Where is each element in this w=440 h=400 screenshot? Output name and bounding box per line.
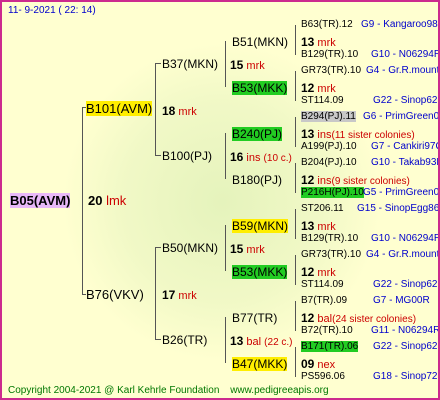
g1-score: 18 mrk (162, 104, 197, 118)
g4-row[interactable]: B294(PJ).11 G6 - PrimGreen00 (301, 111, 438, 123)
g3-node[interactable]: B180(PJ) (232, 173, 282, 187)
connector (155, 339, 161, 340)
root-name: B05(AVM) (10, 193, 71, 208)
g3-node[interactable]: B53(MKK) (232, 265, 288, 279)
g1-name: B76(VKV) (86, 287, 144, 302)
connector (295, 255, 296, 285)
g4-row[interactable]: B72(TR).10 G11 - N06294R (301, 325, 438, 337)
connector (225, 133, 226, 179)
g3-score: 12 mrk (301, 265, 336, 279)
g4-row[interactable]: B129(TR).10 G10 - N06294R (301, 49, 438, 61)
g3-score: 13 mrk (301, 219, 336, 233)
g4-row[interactable]: P216H(PJ).10 G5 - PrimGreen00 (301, 187, 438, 199)
connector (225, 225, 226, 271)
g4-row[interactable]: GR73(TR).10 G4 - Gr.R.mounta (301, 65, 438, 77)
root-node[interactable]: B05(AVM) (8, 192, 72, 210)
g3-node[interactable]: B51(MKN) (232, 35, 288, 49)
g3-score: 09 nex (301, 357, 336, 371)
connector (155, 63, 161, 64)
g4-row[interactable]: PS596.06 G18 - Sinop72R (301, 371, 438, 383)
g4-row[interactable]: ST114.09 G22 - Sinop62R (301, 279, 438, 291)
connector (295, 25, 296, 55)
g4-row[interactable]: B7(TR).09 G7 - MG00R (301, 295, 430, 307)
connector (155, 247, 156, 339)
g3-node[interactable]: B59(MKN) (232, 219, 289, 233)
g3-node[interactable]: B240(PJ) (232, 127, 283, 141)
g3-score: 13 mrk (301, 35, 336, 49)
g1-score: 17 mrk (162, 288, 197, 302)
pedigree-frame: 11- 9-2021 ( 22: 14) B05(AVM) 20 lmk B10… (0, 0, 440, 400)
g1-node[interactable]: B76(VKV) (86, 287, 144, 302)
g4-row[interactable]: B63(TR).12 G9 - Kangaroo98R (301, 19, 438, 31)
g1-node[interactable]: B101(AVM) (86, 101, 153, 116)
g2-score: 15 mrk (230, 242, 265, 256)
root-note: lmk (106, 193, 127, 208)
g3-node[interactable]: B47(MKK) (232, 357, 288, 371)
connector (225, 41, 226, 87)
connector (295, 71, 296, 101)
connector (155, 247, 161, 248)
g4-row[interactable]: ST114.09 G22 - Sinop62R (301, 95, 438, 107)
g2-node[interactable]: B100(PJ) (162, 149, 212, 163)
connector (225, 317, 226, 363)
g2-score: 13 bal (22 c.) (230, 334, 293, 348)
g4-row[interactable]: B204(PJ).10 G10 - Takab93R (301, 157, 438, 169)
connector (295, 301, 296, 331)
g2-score: 16 ins (10 c.) (230, 150, 292, 164)
connector (295, 163, 296, 193)
g4-row[interactable]: GR73(TR).10 G4 - Gr.R.mounta (301, 249, 438, 261)
connector (82, 107, 83, 295)
connector (155, 155, 161, 156)
g4-row[interactable]: A199(PJ).10 G7 - Cankiri97Q (301, 141, 438, 153)
date-stamp: 11- 9-2021 ( 22: 14) (8, 5, 96, 16)
g3-score: 12 mrk (301, 81, 336, 95)
g4-row[interactable]: ST206.11 G15 - SinopEgg86R (301, 203, 438, 215)
root-num: 20 (88, 193, 103, 208)
connector (295, 209, 296, 239)
root-score: 20 lmk (88, 194, 126, 208)
site-link[interactable]: www.pedigreeapis.org (230, 385, 328, 396)
copyright: Copyright 2004-2021 @ Karl Kehrle Founda… (8, 385, 329, 396)
connector (155, 63, 156, 155)
g4-row[interactable]: B129(TR).10 G10 - N06294R (301, 233, 438, 245)
connector (295, 347, 296, 377)
g3-node[interactable]: B53(MKK) (232, 81, 288, 95)
g2-node[interactable]: B37(MKN) (162, 57, 218, 71)
g3-node[interactable]: B77(TR) (232, 311, 277, 325)
connector (295, 117, 296, 147)
g1-name: B101(AVM) (86, 101, 153, 116)
g2-node[interactable]: B26(TR) (162, 333, 207, 347)
g2-score: 15 mrk (230, 58, 265, 72)
g2-node[interactable]: B50(MKN) (162, 241, 218, 255)
g4-row[interactable]: B171(TR).06 G22 - Sinop62R (301, 341, 438, 353)
